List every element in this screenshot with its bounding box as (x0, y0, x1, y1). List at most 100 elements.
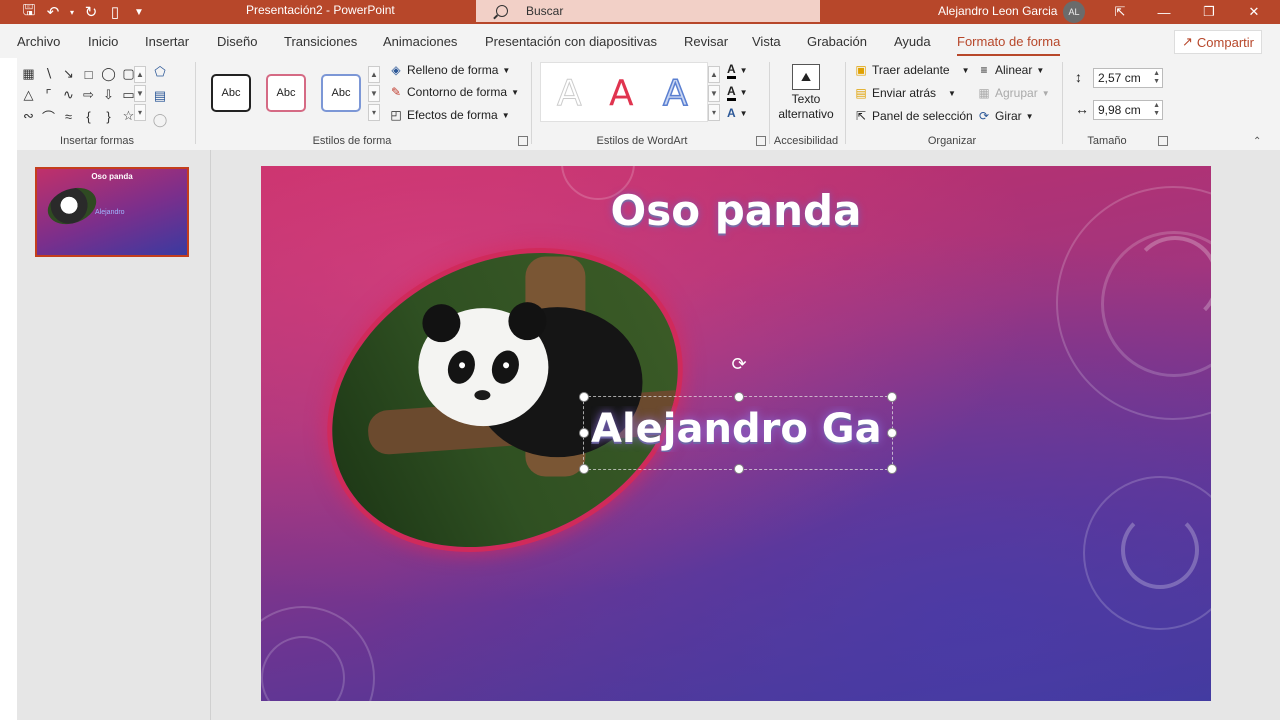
scroll-up-icon[interactable]: ▲ (134, 66, 146, 83)
wordart-style-blue[interactable]: A (662, 72, 688, 115)
tab-inicio[interactable]: Inicio (88, 34, 118, 49)
shapes-gallery[interactable]: ▦ ∖ ↘ □ ◯ ▢ △ ⌜ ∿ ⇨ ⇩ ▭ ∾ ⌒ ≈ { } ☆ (19, 64, 138, 126)
wordart-style-plain[interactable]: A (557, 73, 583, 115)
resize-handle[interactable] (887, 464, 897, 474)
width-input[interactable]: 9,98 cm ▲ ▼ (1093, 100, 1163, 120)
tab-vista[interactable]: Vista (752, 34, 781, 49)
curve-connector-icon[interactable]: ∿ (59, 85, 78, 105)
selection-pane-button[interactable]: ⇱ Panel de selección (854, 109, 973, 123)
scroll-up-icon[interactable]: ▲ (708, 66, 720, 83)
text-fill-button[interactable]: A ▼ (727, 62, 748, 79)
arc-shape-icon[interactable]: ⌒ (39, 106, 58, 126)
save-icon[interactable]: 🖫 (20, 2, 38, 21)
shape-style-black[interactable]: Abc (211, 74, 251, 112)
tab-revisar[interactable]: Revisar (684, 34, 728, 49)
shape-styles-scroll[interactable]: ▲ ▼ ▾ (368, 66, 380, 121)
rotate-handle-icon[interactable]: ⟳ (729, 354, 749, 374)
shape-effects-button[interactable]: ◰ Efectos de forma ▼ (389, 108, 509, 122)
wordart-gallery-scroll[interactable]: ▲ ▼ ▾ (708, 66, 720, 121)
arrow-line-shape-icon[interactable]: ↘ (59, 64, 78, 84)
dialog-launcher-icon[interactable] (1158, 136, 1168, 146)
wordart-style-red[interactable]: A (609, 73, 634, 114)
alt-text-button[interactable]: ⛰ Texto alternativo (774, 62, 838, 122)
bring-forward-button[interactable]: ▣ Traer adelante ▼ (854, 63, 969, 77)
rectangle-shape-icon[interactable]: □ (79, 64, 98, 84)
slide-thumbnail-pane[interactable]: Oso panda Alejandro (17, 150, 211, 720)
ribbon-display-options-icon[interactable]: ⇱ (1102, 0, 1138, 24)
freeform-shape-icon[interactable]: ≈ (59, 106, 78, 126)
edit-shape-icon[interactable]: ⬠ (151, 62, 169, 82)
textbox-shape-icon[interactable]: ▦ (19, 64, 38, 84)
merge-shapes-icon[interactable]: ◯ (151, 110, 169, 130)
scroll-down-icon[interactable]: ▼ (708, 85, 720, 102)
right-brace-shape-icon[interactable]: } (99, 106, 118, 126)
shape-style-blue[interactable]: Abc (321, 74, 361, 112)
curve-shape-icon[interactable]: ∾ (19, 106, 38, 126)
tab-ayuda[interactable]: Ayuda (894, 34, 931, 49)
tab-diseno[interactable]: Diseño (217, 34, 257, 49)
group-button[interactable]: ▦ Agrupar ▼ (977, 86, 1049, 100)
resize-handle[interactable] (579, 392, 589, 402)
more-icon[interactable]: ▾ (368, 104, 380, 121)
restore-button[interactable]: ❐ (1191, 0, 1227, 24)
shape-outline-label: Contorno de forma (407, 85, 508, 99)
minimize-button[interactable]: — (1146, 0, 1182, 24)
present-icon[interactable]: ▯ (106, 3, 124, 21)
scroll-up-icon[interactable]: ▲ (368, 66, 380, 83)
user-name[interactable]: Alejandro Leon Garcia (938, 4, 1057, 18)
down-arrow-shape-icon[interactable]: ⇩ (99, 85, 118, 105)
tab-grabacion[interactable]: Grabación (807, 34, 867, 49)
tab-formato-de-forma[interactable]: Formato de forma (957, 34, 1061, 56)
slide-title[interactable]: Oso panda (261, 186, 1211, 235)
triangle-shape-icon[interactable]: △ (19, 85, 38, 105)
wordart-gallery[interactable]: A A A (540, 62, 708, 122)
slide-thumbnail-1[interactable]: Oso panda Alejandro (35, 167, 189, 257)
resize-handle[interactable] (579, 464, 589, 474)
name-textbox-text[interactable]: Alejandro Ga (591, 406, 891, 452)
line-shape-icon[interactable]: ∖ (39, 64, 58, 84)
group-icon: ▦ (978, 86, 990, 100)
dialog-launcher-icon[interactable] (756, 136, 766, 146)
draw-textbox-icon[interactable]: ▤ (151, 86, 169, 106)
left-brace-shape-icon[interactable]: { (79, 106, 98, 126)
close-button[interactable]: ✕ (1236, 0, 1272, 24)
send-backward-button[interactable]: ▤ Enviar atrás ▼ (854, 86, 956, 100)
resize-handle[interactable] (579, 428, 589, 438)
shape-fill-button[interactable]: ◈ Relleno de forma ▼ (389, 63, 510, 77)
tab-transiciones[interactable]: Transiciones (284, 34, 357, 49)
scroll-down-icon[interactable]: ▼ (134, 85, 146, 102)
collapse-ribbon-icon[interactable]: ⌃ (1253, 136, 1261, 147)
undo-icon[interactable]: ↶ (44, 3, 62, 21)
resize-handle[interactable] (734, 464, 744, 474)
share-button[interactable]: ↗ Compartir (1174, 30, 1262, 54)
undo-dropdown-icon[interactable]: ▾ (68, 3, 76, 21)
redo-icon[interactable]: ↻ (82, 3, 100, 21)
shape-style-pink[interactable]: Abc (266, 74, 306, 112)
search-box[interactable]: Buscar (476, 0, 820, 22)
oval-shape-icon[interactable]: ◯ (99, 64, 118, 84)
more-icon[interactable]: ▾ (134, 104, 146, 121)
dialog-launcher-icon[interactable] (518, 136, 528, 146)
slide-canvas[interactable]: Oso panda ⟳ Alejandro Ga (261, 166, 1211, 701)
height-input[interactable]: 2,57 cm ▲ ▼ (1093, 68, 1163, 88)
customize-qat-icon[interactable]: ▼ (130, 3, 148, 21)
elbow-connector-icon[interactable]: ⌜ (39, 85, 58, 105)
rotate-button[interactable]: ⟳ Girar ▼ (977, 109, 1034, 123)
resize-handle[interactable] (887, 392, 897, 402)
tab-presentacion[interactable]: Presentación con diapositivas (485, 34, 657, 49)
text-effects-button[interactable]: A ▼ (727, 106, 748, 120)
more-icon[interactable]: ▾ (708, 104, 720, 121)
text-outline-button[interactable]: A ▼ (727, 84, 748, 101)
tab-archivo[interactable]: Archivo (17, 34, 60, 49)
shapes-gallery-scroll[interactable]: ▲ ▼ ▾ (134, 66, 146, 121)
width-spinner[interactable]: ▲ ▼ (1153, 102, 1160, 118)
resize-handle[interactable] (734, 392, 744, 402)
align-button[interactable]: ≡ Alinear ▼ (977, 63, 1044, 77)
shape-outline-button[interactable]: ✎ Contorno de forma ▼ (389, 85, 519, 99)
right-arrow-shape-icon[interactable]: ⇨ (79, 85, 98, 105)
height-spinner[interactable]: ▲ ▼ (1153, 70, 1160, 86)
tab-animaciones[interactable]: Animaciones (383, 34, 457, 49)
scroll-down-icon[interactable]: ▼ (368, 85, 380, 102)
tab-insertar[interactable]: Insertar (145, 34, 189, 49)
avatar[interactable]: AL (1063, 1, 1085, 23)
